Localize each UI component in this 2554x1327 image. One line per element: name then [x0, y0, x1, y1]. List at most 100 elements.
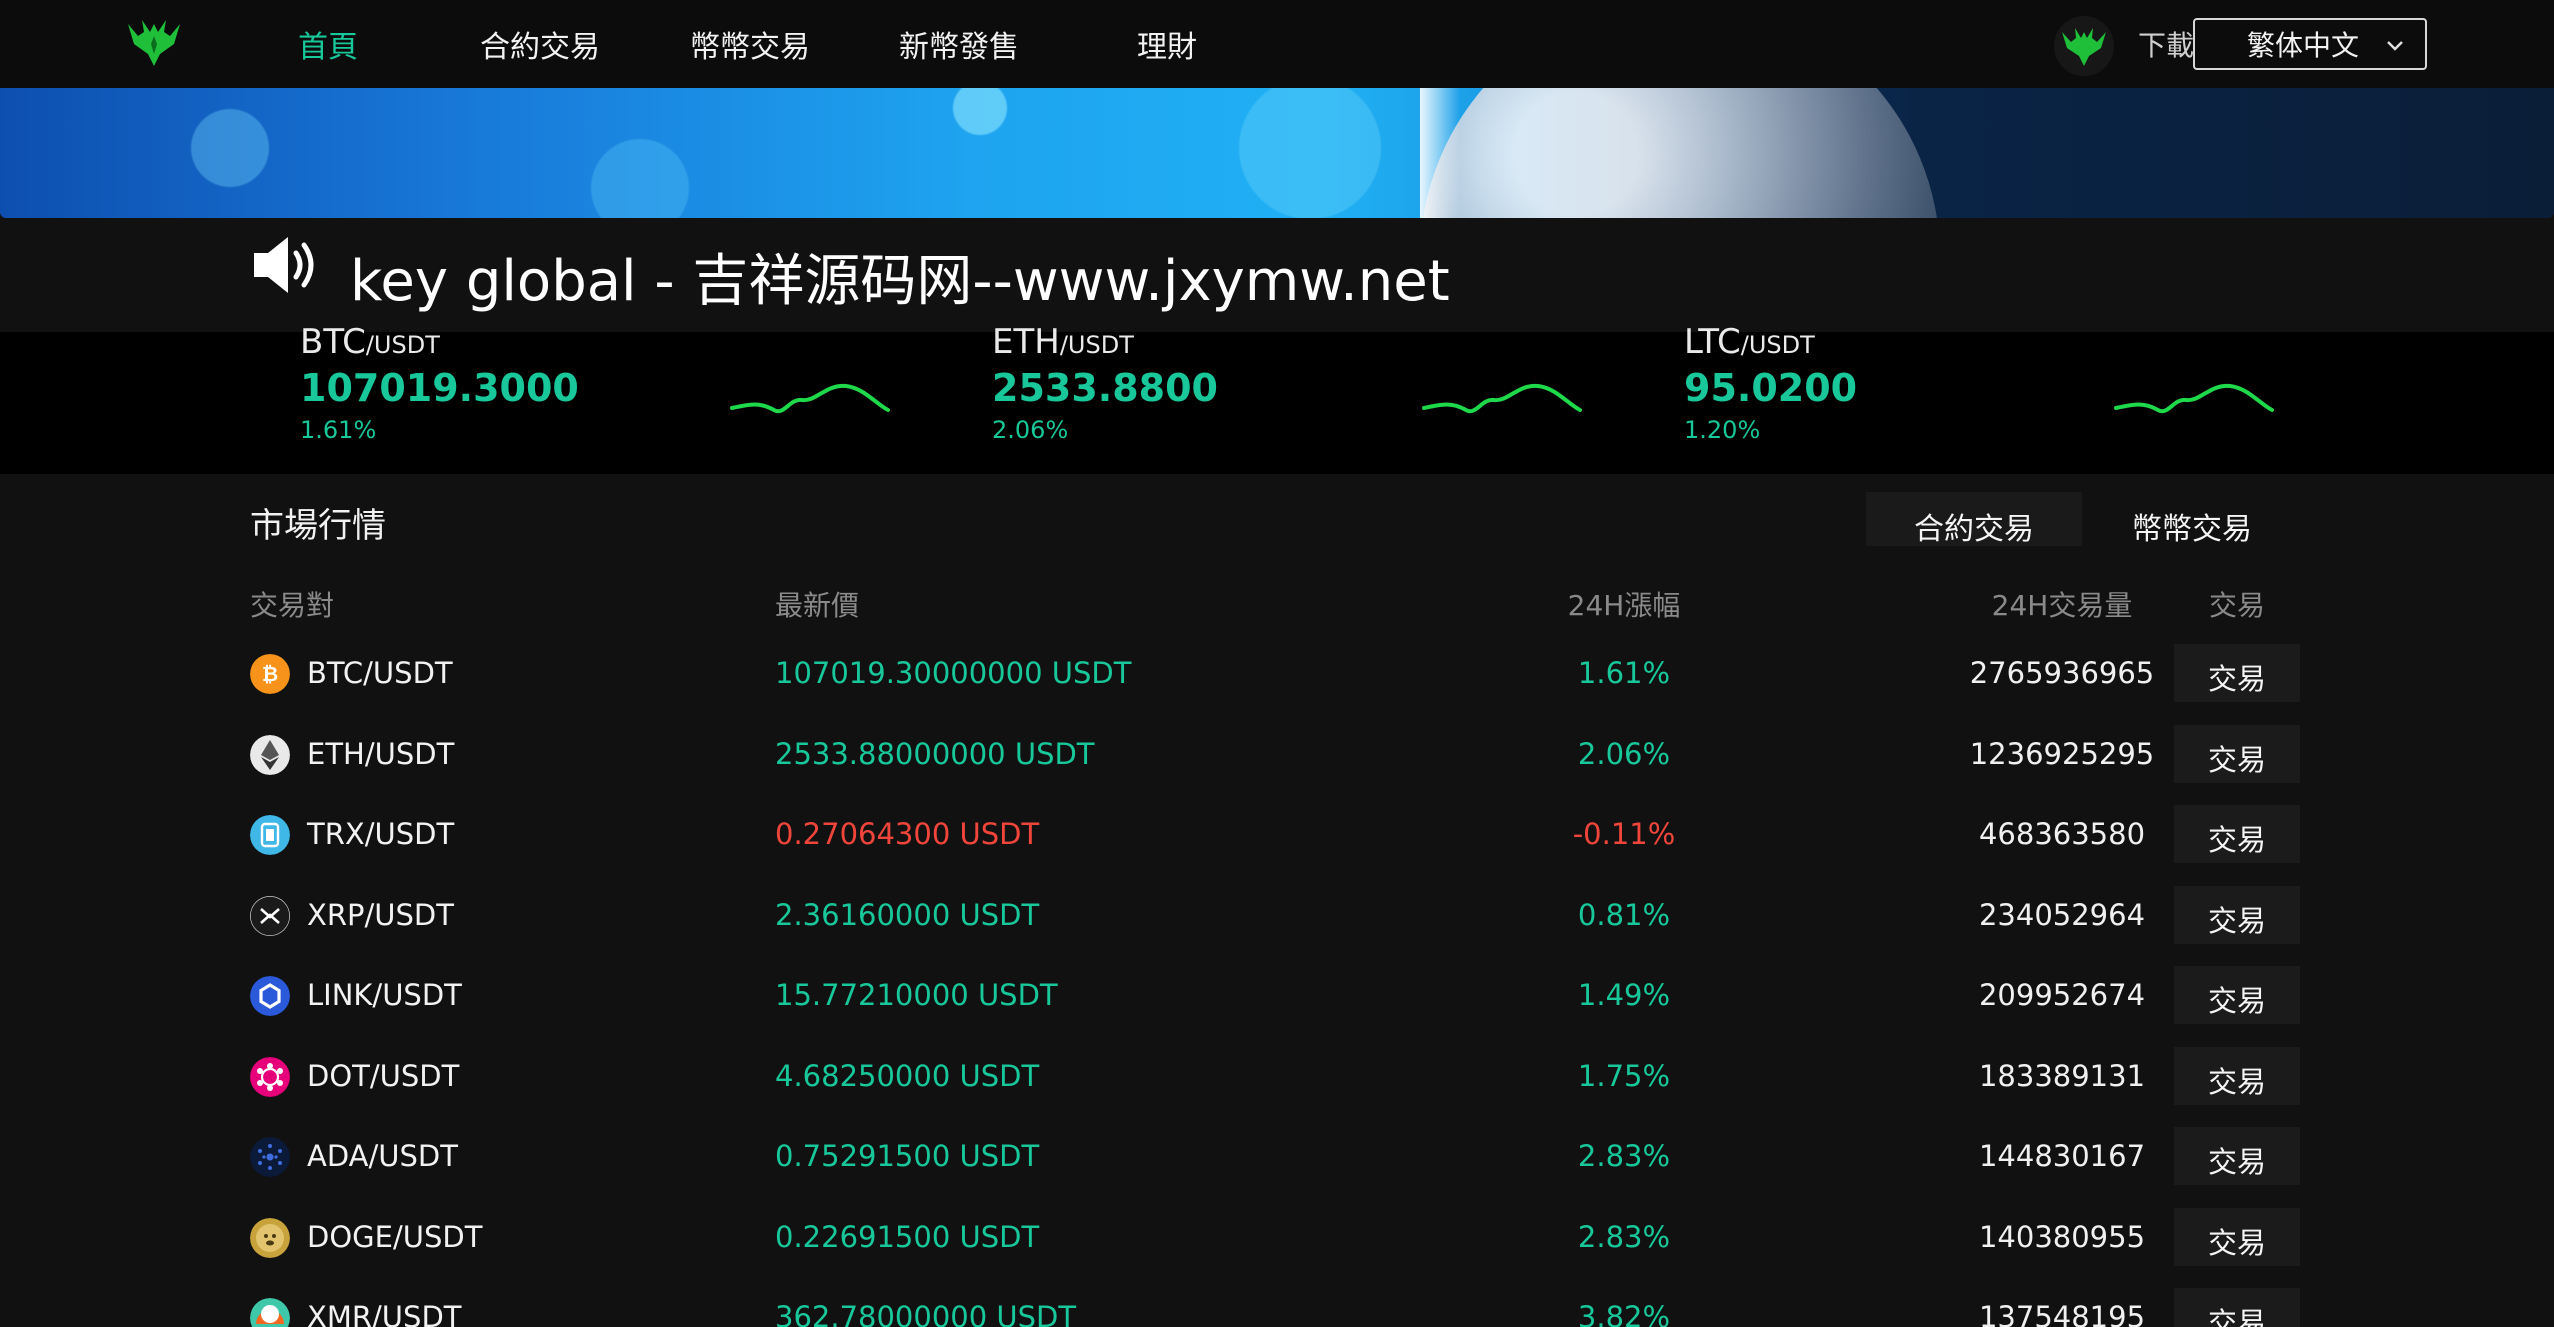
change-24h: -0.11%	[1572, 817, 1676, 851]
trade-button[interactable]: 交易	[2174, 966, 2300, 1024]
change-24h: 2.83%	[1577, 1220, 1671, 1254]
column-header-change: 24H漲幅	[1567, 589, 1681, 622]
sparkline-chart	[730, 383, 890, 414]
chevron-down-icon	[2387, 41, 2403, 51]
trade-button[interactable]: 交易	[2174, 1288, 2300, 1327]
pair-name: LINK/USDT	[307, 978, 462, 1012]
ticker-price: 95.0200	[1684, 366, 1858, 410]
column-header-pair: 交易對	[250, 589, 335, 622]
latest-price: 15.77210000 USDT	[775, 978, 1058, 1012]
latest-price: 4.68250000 USDT	[775, 1059, 1040, 1093]
eth-icon	[250, 735, 290, 775]
pair-name: DOGE/USDT	[307, 1220, 483, 1254]
ticker-price: 2533.8800	[992, 366, 1218, 410]
table-row[interactable]: XRP/USDT 2.36160000 USDT 0.81% 234052964 交易	[250, 876, 2300, 956]
ticker-card-btc[interactable]: BTC/USDT 107019.3000 1.61%	[300, 318, 950, 458]
volume-24h: 468363580	[1978, 817, 2146, 851]
pair-name: ADA/USDT	[307, 1139, 458, 1173]
ticker-price: 107019.3000	[300, 366, 579, 410]
ticker-pair: BTC/USDT	[300, 322, 440, 362]
volume-24h: 1236925295	[1969, 737, 2155, 771]
table-row[interactable]: LINK/USDT 15.77210000 USDT 1.49% 209952674 交…	[250, 956, 2300, 1036]
volume-24h: 2765936965	[1969, 656, 2155, 690]
table-row[interactable]: ADA/USDT 0.75291500 USDT 2.83% 144830167 交易	[250, 1117, 2300, 1197]
change-24h: 3.82%	[1577, 1300, 1671, 1327]
pair-name: XMR/USDT	[307, 1300, 462, 1327]
change-24h: 2.83%	[1577, 1139, 1671, 1173]
nav-new-listing[interactable]: 新幣發售	[899, 22, 1019, 66]
xrp-icon	[250, 896, 290, 936]
latest-price: 107019.30000000 USDT	[775, 656, 1132, 690]
hero-banner[interactable]	[0, 88, 2554, 218]
latest-price: 0.27064300 USDT	[775, 817, 1040, 851]
doge-icon	[250, 1218, 290, 1258]
volume-24h: 234052964	[1978, 898, 2146, 932]
volume-24h: 140380955	[1978, 1220, 2146, 1254]
language-select-value: 繁体中文	[2247, 29, 2360, 62]
sparkline-chart	[2114, 383, 2274, 414]
nav-contract-trading[interactable]: 合約交易	[480, 22, 600, 66]
pair-name: ETH/USDT	[307, 737, 455, 771]
trade-button[interactable]: 交易	[2174, 1208, 2300, 1266]
change-24h: 1.49%	[1577, 978, 1671, 1012]
ticker-card-ltc[interactable]: LTC/USDT 95.0200 1.20%	[1684, 318, 2334, 458]
change-24h: 1.61%	[1577, 656, 1671, 690]
trade-button[interactable]: 交易	[2174, 886, 2300, 944]
ada-icon	[250, 1137, 290, 1177]
ticker-change: 1.20%	[1684, 416, 1761, 444]
pair-name: DOT/USDT	[307, 1059, 460, 1093]
ticker-card-eth[interactable]: ETH/USDT 2533.8800 2.06%	[992, 318, 1642, 458]
table-row[interactable]: DOGE/USDT 0.22691500 USDT 2.83% 140380955 交易	[250, 1198, 2300, 1278]
table-row[interactable]: ₿ BTC/USDT 107019.30000000 USDT 1.61% 276593…	[250, 634, 2300, 714]
svg-text:₿: ₿	[262, 662, 278, 686]
announcement-bar[interactable]: key global - 吉祥源码网--www.jxymw.net	[250, 218, 2300, 332]
ticker-change: 2.06%	[992, 416, 1069, 444]
trade-button[interactable]: 交易	[2174, 1047, 2300, 1105]
latest-price: 2533.88000000 USDT	[775, 737, 1095, 771]
ticker-pair: LTC/USDT	[1684, 322, 1815, 362]
trade-button[interactable]: 交易	[2174, 805, 2300, 863]
banner-glow	[1420, 88, 1460, 218]
latest-price: 2.36160000 USDT	[775, 898, 1040, 932]
column-header-price: 最新價	[775, 589, 860, 622]
banner-planet-graphic	[1420, 88, 1940, 218]
nav-spot-trading[interactable]: 幣幣交易	[690, 22, 810, 66]
phoenix-logo-icon[interactable]	[124, 14, 184, 74]
language-select[interactable]: 繁体中文	[2193, 18, 2427, 70]
dot-icon	[250, 1057, 290, 1097]
tab-contract-trading[interactable]: 合約交易	[1866, 492, 2082, 547]
volume-24h: 137548195	[1978, 1300, 2146, 1327]
table-row[interactable]: ETH/USDT 2533.88000000 USDT 2.06% 123692529…	[250, 715, 2300, 795]
pair-name: BTC/USDT	[307, 656, 453, 690]
trade-button[interactable]: 交易	[2174, 644, 2300, 702]
ticker-pair: ETH/USDT	[992, 322, 1134, 362]
table-row[interactable]: TRX/USDT 0.27064300 USDT -0.11% 468363580 交易	[250, 795, 2300, 875]
volume-24h: 209952674	[1978, 978, 2146, 1012]
change-24h: 0.81%	[1577, 898, 1671, 932]
volume-24h: 144830167	[1978, 1139, 2146, 1173]
speaker-icon	[254, 237, 314, 293]
change-24h: 2.06%	[1577, 737, 1671, 771]
volume-24h: 183389131	[1978, 1059, 2146, 1093]
trade-button[interactable]: 交易	[2174, 725, 2300, 783]
download-link[interactable]: 下載	[2138, 24, 2194, 64]
column-header-action: 交易	[2208, 589, 2265, 622]
user-avatar-icon[interactable]	[2054, 16, 2114, 76]
latest-price: 0.75291500 USDT	[775, 1139, 1040, 1173]
table-row[interactable]: DOT/USDT 4.68250000 USDT 1.75% 183389131 交易	[250, 1037, 2300, 1117]
pair-name: TRX/USDT	[307, 817, 455, 851]
latest-price: 362.78000000 USDT	[775, 1300, 1077, 1327]
tab-spot-trading[interactable]: 幣幣交易	[2084, 492, 2300, 547]
latest-price: 0.22691500 USDT	[775, 1220, 1040, 1254]
sparkline-chart	[1422, 383, 1582, 414]
table-row[interactable]: XMR/USDT 362.78000000 USDT 3.82% 137548195 交…	[250, 1278, 2300, 1327]
top-navbar: 首頁 合約交易 幣幣交易 新幣發售 理財 下載 繁体中文	[0, 0, 2554, 88]
xmr-icon	[250, 1298, 290, 1327]
column-header-volume: 24H交易量	[1991, 589, 2133, 622]
ticker-change: 1.61%	[300, 416, 377, 444]
nav-home[interactable]: 首頁	[298, 22, 358, 66]
announcement-text[interactable]: key global - 吉祥源码网--www.jxymw.net	[350, 236, 1450, 317]
pair-name: XRP/USDT	[307, 898, 454, 932]
trade-button[interactable]: 交易	[2174, 1127, 2300, 1185]
nav-finance[interactable]: 理財	[1137, 22, 1197, 66]
